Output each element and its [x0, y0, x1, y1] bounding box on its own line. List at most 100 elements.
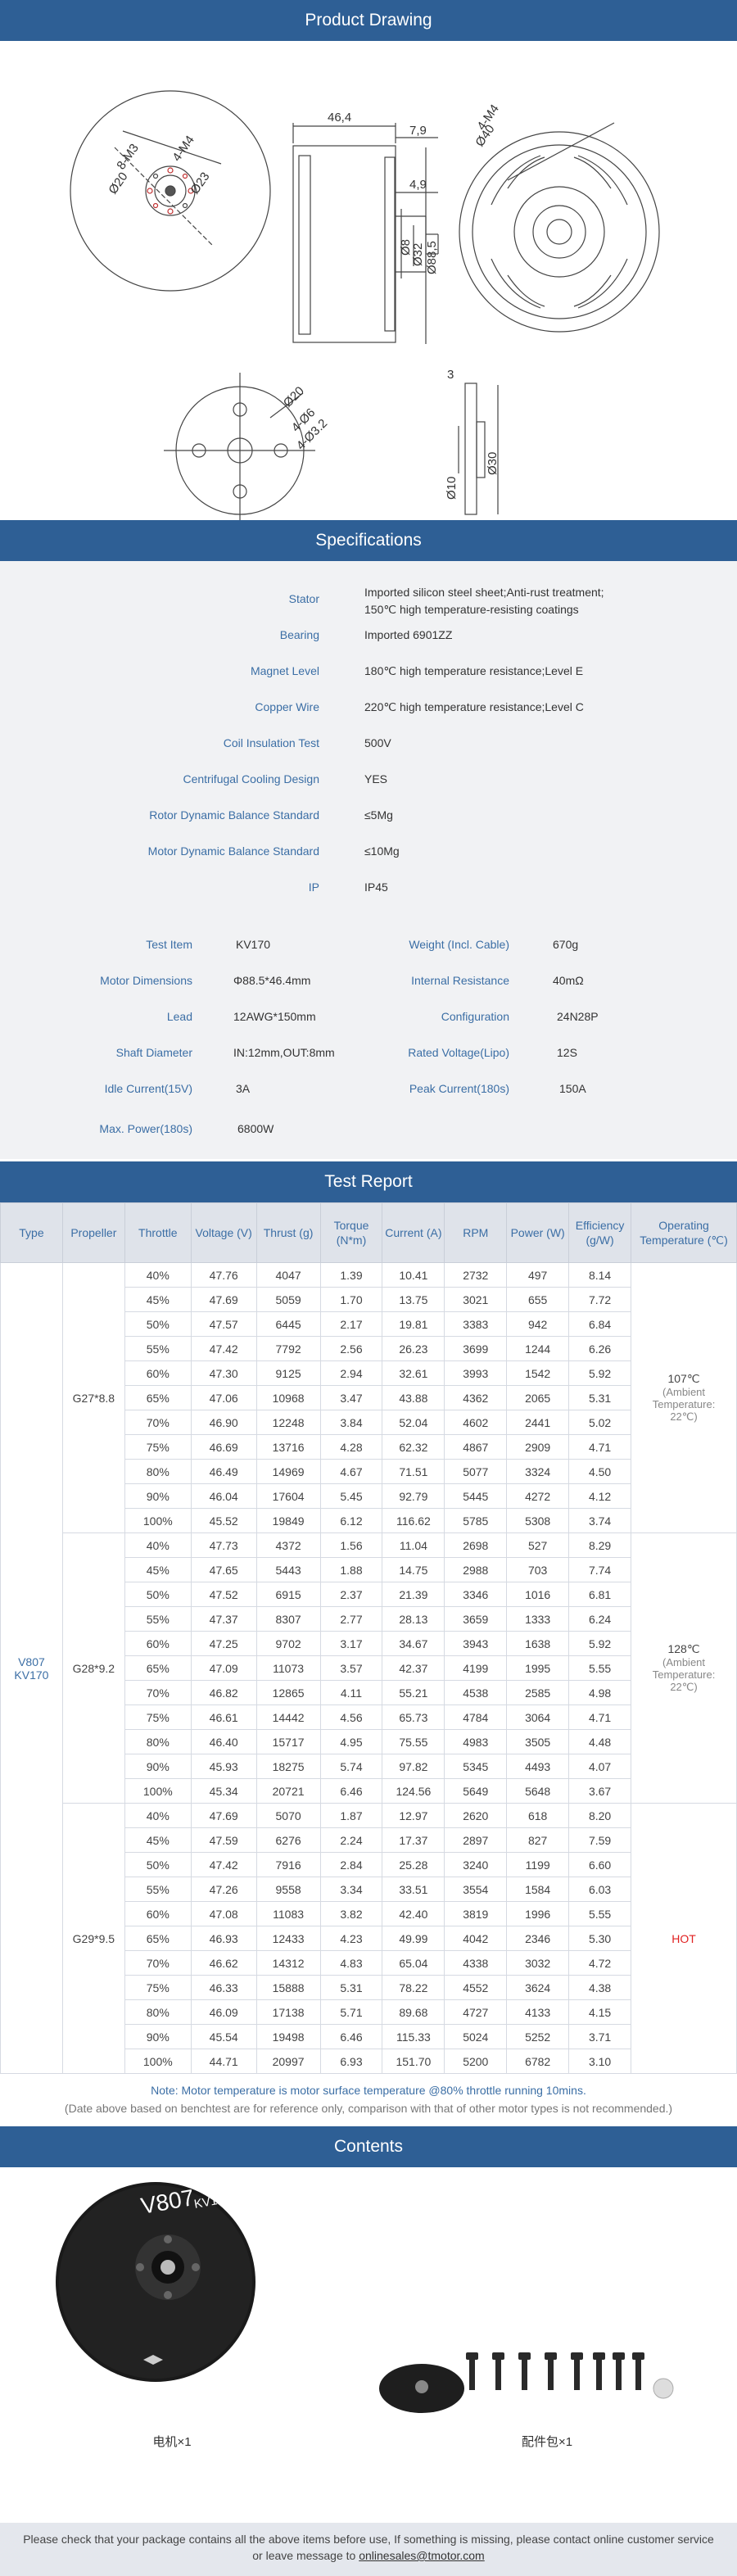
cell-value: 47.73 [190, 1532, 257, 1558]
cell-value: 116.62 [382, 1508, 445, 1533]
cell-value: 17604 [255, 1483, 321, 1509]
cell-value: 3021 [444, 1287, 508, 1312]
cell-value: 40% [124, 1532, 192, 1558]
cell-value: 3.67 [568, 1778, 632, 1804]
cell-value: 3.57 [319, 1655, 383, 1681]
cell-value: 1995 [506, 1655, 570, 1681]
cell-value: 4.56 [319, 1705, 383, 1730]
param-value-peak-current: 150A [559, 1082, 586, 1095]
cell-value: 4.72 [568, 1950, 632, 1976]
cell-value: 5.74 [319, 1754, 383, 1779]
cell-value: 14442 [255, 1705, 321, 1730]
cell-value: 47.42 [190, 1336, 257, 1361]
cell-value: 6.46 [319, 2024, 383, 2049]
cell-value: 20721 [255, 1778, 321, 1804]
cell-value: 5252 [506, 2024, 570, 2049]
cell-value: 5.92 [568, 1631, 632, 1656]
footer-contact-prefix: or leave message to [252, 2549, 359, 2562]
cell-value: 9125 [255, 1360, 321, 1386]
temperature-note: (Ambient Temperature: 22℃) [652, 1386, 716, 1423]
cell-value: 2732 [444, 1262, 508, 1288]
cell-propeller: G29*9.5 [61, 1803, 125, 2074]
cell-value: 45.52 [190, 1508, 257, 1533]
cell-value: 6.12 [319, 1508, 383, 1533]
cell-value: 20997 [255, 2049, 321, 2074]
cell-value: 1.88 [319, 1557, 383, 1582]
spec-value-rotor-balance: ≤5Mg [364, 808, 393, 822]
table-row: G28*9.2 40% 47.73 4372 1.56 11.04 2698 527 8.29 1… [1, 1532, 737, 1804]
contact-email-link[interactable]: onlinesales@tmotor.com [359, 2549, 485, 2562]
spec-label-cooling: Centrifugal Cooling Design [183, 772, 319, 785]
cell-temperature: 107℃ (Ambient Temperature: 22℃) [631, 1262, 737, 1533]
cell-value: 5.02 [568, 1410, 632, 1435]
cell-value: 4.11 [319, 1680, 383, 1705]
cell-value: 90% [124, 2024, 192, 2049]
cell-value: 13.75 [382, 1287, 445, 1312]
cell-value: 4338 [444, 1950, 508, 1976]
cell-value: 5.71 [319, 1999, 383, 2025]
contents-illustration: V807 KV170 电机×1 配件包×1 [56, 2182, 674, 2449]
col-header-efficiency: Efficiency (g/W) [568, 1202, 632, 1263]
cell-value: 2441 [506, 1410, 570, 1435]
cell-value: 60% [124, 1901, 192, 1926]
cell-value: 45.54 [190, 2024, 257, 2049]
spec-label-ip: IP [308, 881, 319, 894]
cell-value: 5077 [444, 1459, 508, 1484]
specifications-header: Specifications [0, 520, 737, 561]
param-label-dimensions: Motor Dimensions [100, 974, 192, 987]
cell-value: 4272 [506, 1483, 570, 1509]
spec-label-copper: Copper Wire [255, 700, 319, 713]
cell-value: 17138 [255, 1999, 321, 2025]
spec-label-bearing: Bearing [279, 628, 319, 641]
cell-value: 8307 [255, 1606, 321, 1632]
param-label-configuration: Configuration [441, 1010, 509, 1023]
cell-value: 3554 [444, 1877, 508, 1902]
cell-value: 5.31 [568, 1385, 632, 1410]
cell-value: 2897 [444, 1827, 508, 1853]
cell-value: 47.65 [190, 1557, 257, 1582]
cell-value: 50% [124, 1311, 192, 1337]
cell-propeller: G27*8.8 [61, 1262, 125, 1533]
col-header-current: Current (A) [382, 1202, 445, 1263]
cell-value: 1638 [506, 1631, 570, 1656]
cell-value: 44.71 [190, 2049, 257, 2074]
spec-label-motor-balance: Motor Dynamic Balance Standard [147, 844, 319, 858]
param-value-max-power: 6800W [237, 1122, 274, 1135]
cell-value: 47.69 [190, 1287, 257, 1312]
cell-value: 5.31 [319, 1975, 383, 2000]
spec-value-bearing: Imported 6901ZZ [364, 628, 453, 641]
cell-value: 3.82 [319, 1901, 383, 1926]
cell-value: 55% [124, 1336, 192, 1361]
param-label-peak-current: Peak Current(180s) [409, 1082, 509, 1095]
cell-value: 4.07 [568, 1754, 632, 1779]
cell-value: 7.72 [568, 1287, 632, 1312]
contents-header: Contents [0, 2126, 737, 2167]
cell-value: 1.70 [319, 1287, 383, 1312]
label-d20: Ø20 [106, 170, 130, 197]
test-report-title: Test Report [324, 1172, 413, 1191]
product-drawing: 8-M3 Ø20 4-M4 Ø23 46,4 7,9 4,9 Ø8 Ø32 Ø8… [0, 41, 737, 528]
cell-value: 47.08 [190, 1901, 257, 1926]
cell-value: 50% [124, 1852, 192, 1877]
cell-value: 6.81 [568, 1582, 632, 1607]
cell-value: 100% [124, 2049, 192, 2074]
cell-value: 4983 [444, 1729, 508, 1754]
spec-value-insulation: 500V [364, 736, 391, 749]
label-s3: 3 [447, 368, 454, 382]
cell-value: 17.37 [382, 1827, 445, 1853]
specifications-title: Specifications [315, 531, 422, 550]
cell-value: 5.55 [568, 1655, 632, 1681]
cell-value: 8.14 [568, 1262, 632, 1288]
cell-value: 13716 [255, 1434, 321, 1460]
param-label-resistance: Internal Resistance [411, 974, 509, 987]
motor-caption: 电机×1 [152, 2435, 191, 2449]
cell-value: 2.24 [319, 1827, 383, 1853]
cell-value: 6.26 [568, 1336, 632, 1361]
param-value-lead: 12AWG*150mm [233, 1010, 316, 1023]
cell-value: 100% [124, 1508, 192, 1533]
param-value-dimensions: Φ88.5*46.4mm [233, 974, 311, 987]
contents-title: Contents [333, 2137, 404, 2156]
cell-value: 3624 [506, 1975, 570, 2000]
cell-value: 33.51 [382, 1877, 445, 1902]
cell-value: 12248 [255, 1410, 321, 1435]
